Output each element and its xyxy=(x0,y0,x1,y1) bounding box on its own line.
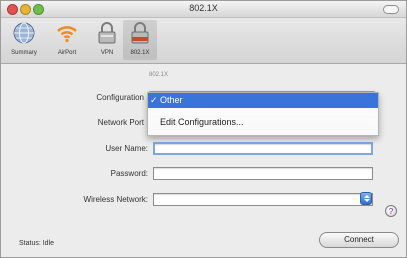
airport-wifi-icon xyxy=(57,26,77,43)
toolbar-item-label: VPN xyxy=(100,50,114,56)
status-text: Status: Idle xyxy=(19,240,55,247)
network-port-label: Network Port xyxy=(97,118,144,127)
configuration-label: Configuration xyxy=(96,93,144,102)
802-1x-lock-icon xyxy=(131,22,149,44)
checkmark-icon: ✓ xyxy=(150,95,158,105)
toolbar-toggle-button[interactable] xyxy=(383,5,399,14)
toolbar-item-802-1x[interactable]: 802.1X xyxy=(123,20,157,60)
pane-content: 802.1X Configuration Network Port User N… xyxy=(1,64,406,257)
toolbar-item-airport[interactable]: AirPort xyxy=(50,20,84,60)
toolbar-item-label: Summary xyxy=(11,50,37,56)
user-name-label: User Name: xyxy=(105,144,148,153)
connect-button[interactable]: Connect xyxy=(319,232,399,248)
toolbar: Summary AirPort VPN 802.1X xyxy=(1,18,406,64)
user-name-field[interactable] xyxy=(153,142,373,155)
menu-item-edit-configurations[interactable]: Edit Configurations... xyxy=(148,115,378,130)
window-title: 802.1X xyxy=(189,3,218,13)
password-field[interactable] xyxy=(153,167,373,180)
title-bar[interactable]: 802.1X xyxy=(1,1,406,18)
toolbar-item-label: 802.1X xyxy=(130,50,150,56)
toolbar-item-summary[interactable]: Summary xyxy=(7,20,41,60)
toolbar-item-label: AirPort xyxy=(57,50,77,56)
menu-item-label: Other xyxy=(160,95,183,105)
configuration-dropdown-menu: ✓ Other Edit Configurations... xyxy=(147,92,379,136)
menu-item-other[interactable]: ✓ Other xyxy=(148,93,378,108)
toolbar-item-vpn[interactable]: VPN xyxy=(90,20,124,60)
password-label: Password: xyxy=(110,169,148,178)
vpn-lock-icon xyxy=(98,22,116,44)
network-preferences-window: 802.1X Summary AirPort VPN 802.1X 802.1X… xyxy=(0,0,407,258)
help-button[interactable]: ? xyxy=(385,205,397,217)
frame-label: 802.1X xyxy=(149,72,169,78)
wireless-network-dropdown-arrow[interactable] xyxy=(360,192,372,205)
network-globe-icon xyxy=(13,22,35,44)
wireless-network-label: Wireless Network: xyxy=(83,195,148,204)
menu-item-label: Edit Configurations... xyxy=(160,117,244,127)
wireless-network-field[interactable] xyxy=(153,193,373,206)
